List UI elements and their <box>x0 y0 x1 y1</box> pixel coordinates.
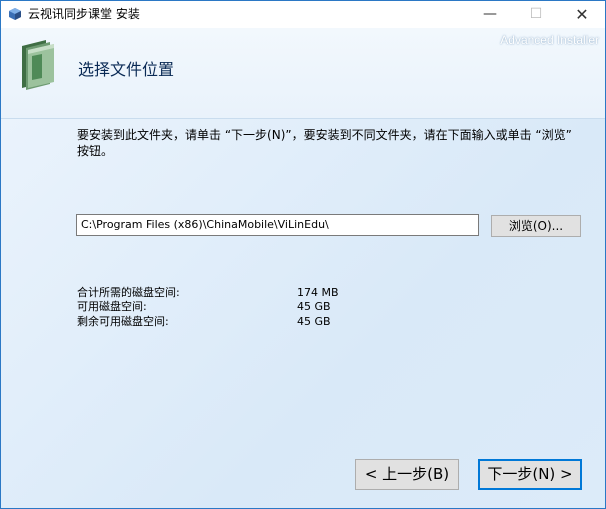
required-space-value: 174 MB <box>297 286 339 299</box>
brand-watermark: Advanced Installer <box>500 33 599 47</box>
app-icon <box>9 8 21 20</box>
maximize-button[interactable]: ☐ <box>513 1 559 28</box>
back-button[interactable]: < 上一步(B) <box>355 459 459 490</box>
close-button[interactable]: ✕ <box>559 1 605 28</box>
header-panel: Advanced Installer 选择文件位置 <box>1 28 605 118</box>
installer-window: 云视讯同步课堂 安装 — ☐ ✕ Advanced Installer 选择文件… <box>0 0 606 509</box>
available-space-value: 45 GB <box>297 300 331 313</box>
available-space-label: 可用磁盘空间: <box>77 300 147 313</box>
instructions-text: 要安装到此文件夹，请单击 “下一步(N)”，要安装到不同文件夹，请在下面输入或单… <box>77 128 572 158</box>
required-space-label: 合计所需的磁盘空间: <box>77 286 180 299</box>
title-bar[interactable]: 云视讯同步课堂 安装 — ☐ ✕ <box>1 1 605 28</box>
install-path-input[interactable]: C:\Program Files (x86)\ChinaMobile\ViLin… <box>76 214 479 236</box>
minimize-button[interactable]: — <box>467 1 513 28</box>
window-title: 云视讯同步课堂 安装 <box>28 7 140 21</box>
page-title: 选择文件位置 <box>78 60 175 79</box>
content-panel: 要安装到此文件夹，请单击 “下一步(N)”，要安装到不同文件夹，请在下面输入或单… <box>1 119 605 508</box>
remaining-space-value: 45 GB <box>297 315 331 328</box>
next-button[interactable]: 下一步(N) > <box>478 459 582 490</box>
folder-icon <box>22 40 54 90</box>
browse-button[interactable]: 浏览(O)... <box>491 215 581 237</box>
remaining-space-label: 剩余可用磁盘空间: <box>77 315 169 328</box>
